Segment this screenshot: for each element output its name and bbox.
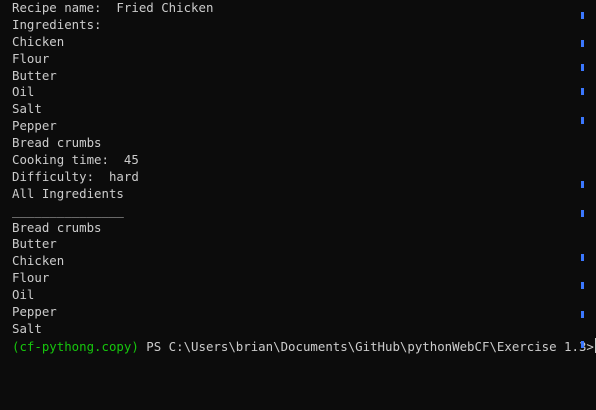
output-line: Butter	[12, 67, 57, 83]
output-line: Pepper	[12, 118, 57, 134]
output-line: All Ingredients	[12, 185, 124, 201]
prompt-env-name: (cf-pythong.copy)	[12, 338, 139, 354]
scroll-mark	[581, 64, 584, 71]
output-line: Pepper	[12, 304, 57, 320]
scroll-mark	[581, 181, 584, 188]
output-line: Bread crumbs	[12, 219, 102, 235]
terminal-output: Recipe name: Fried Chicken Ingredients: …	[12, 0, 596, 355]
output-line: Flour	[12, 270, 50, 286]
scroll-mark	[581, 254, 584, 261]
output-line: Difficulty: hard	[12, 168, 139, 184]
scroll-mark	[581, 282, 584, 289]
scroll-mark	[581, 40, 584, 47]
output-line: Salt	[12, 320, 42, 336]
scrollbar-marks	[581, 0, 584, 410]
scroll-mark	[581, 311, 584, 318]
output-line: Oil	[12, 287, 35, 303]
output-line: Butter	[12, 236, 57, 252]
output-line: Cooking time: 45	[12, 152, 139, 168]
output-line: Chicken	[12, 253, 65, 269]
output-line: Salt	[12, 101, 42, 117]
output-line: Flour	[12, 50, 50, 66]
prompt-line[interactable]: (cf-pythong.copy) PS C:\Users\brian\Docu…	[12, 337, 596, 355]
output-line: _______________	[12, 202, 124, 218]
output-line: Ingredients:	[12, 16, 102, 32]
scroll-mark	[581, 341, 584, 348]
prompt-path: PS C:\Users\brian\Documents\GitHub\pytho…	[138, 338, 594, 354]
output-line: Recipe name: Fried Chicken	[12, 0, 214, 15]
output-line: Chicken	[12, 33, 65, 49]
terminal-window[interactable]: Recipe name: Fried Chicken Ingredients: …	[0, 0, 596, 410]
scroll-mark	[581, 12, 584, 19]
scroll-mark	[581, 210, 584, 217]
output-line: Bread crumbs	[12, 135, 102, 151]
scroll-mark	[581, 117, 584, 124]
scroll-mark	[581, 88, 584, 95]
output-line: Oil	[12, 84, 35, 100]
